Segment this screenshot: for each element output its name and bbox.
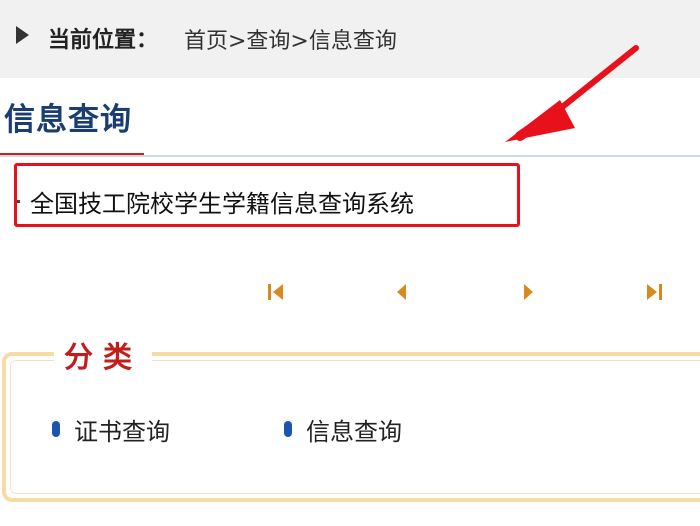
- bullet-icon: [284, 421, 292, 437]
- last-page-icon[interactable]: [641, 279, 667, 305]
- first-page-icon[interactable]: [263, 279, 289, 305]
- category-legend: 分类: [54, 334, 153, 376]
- previous-page-icon[interactable]: [389, 279, 415, 305]
- next-page-icon[interactable]: [515, 279, 541, 305]
- category-item-info[interactable]: 信息查询: [284, 412, 402, 446]
- category-item-certificate[interactable]: 证书查询: [52, 412, 170, 446]
- bullet-icon: [52, 421, 60, 437]
- category-item-label: 证书查询: [74, 417, 170, 446]
- category-item-label: 信息查询: [306, 417, 402, 446]
